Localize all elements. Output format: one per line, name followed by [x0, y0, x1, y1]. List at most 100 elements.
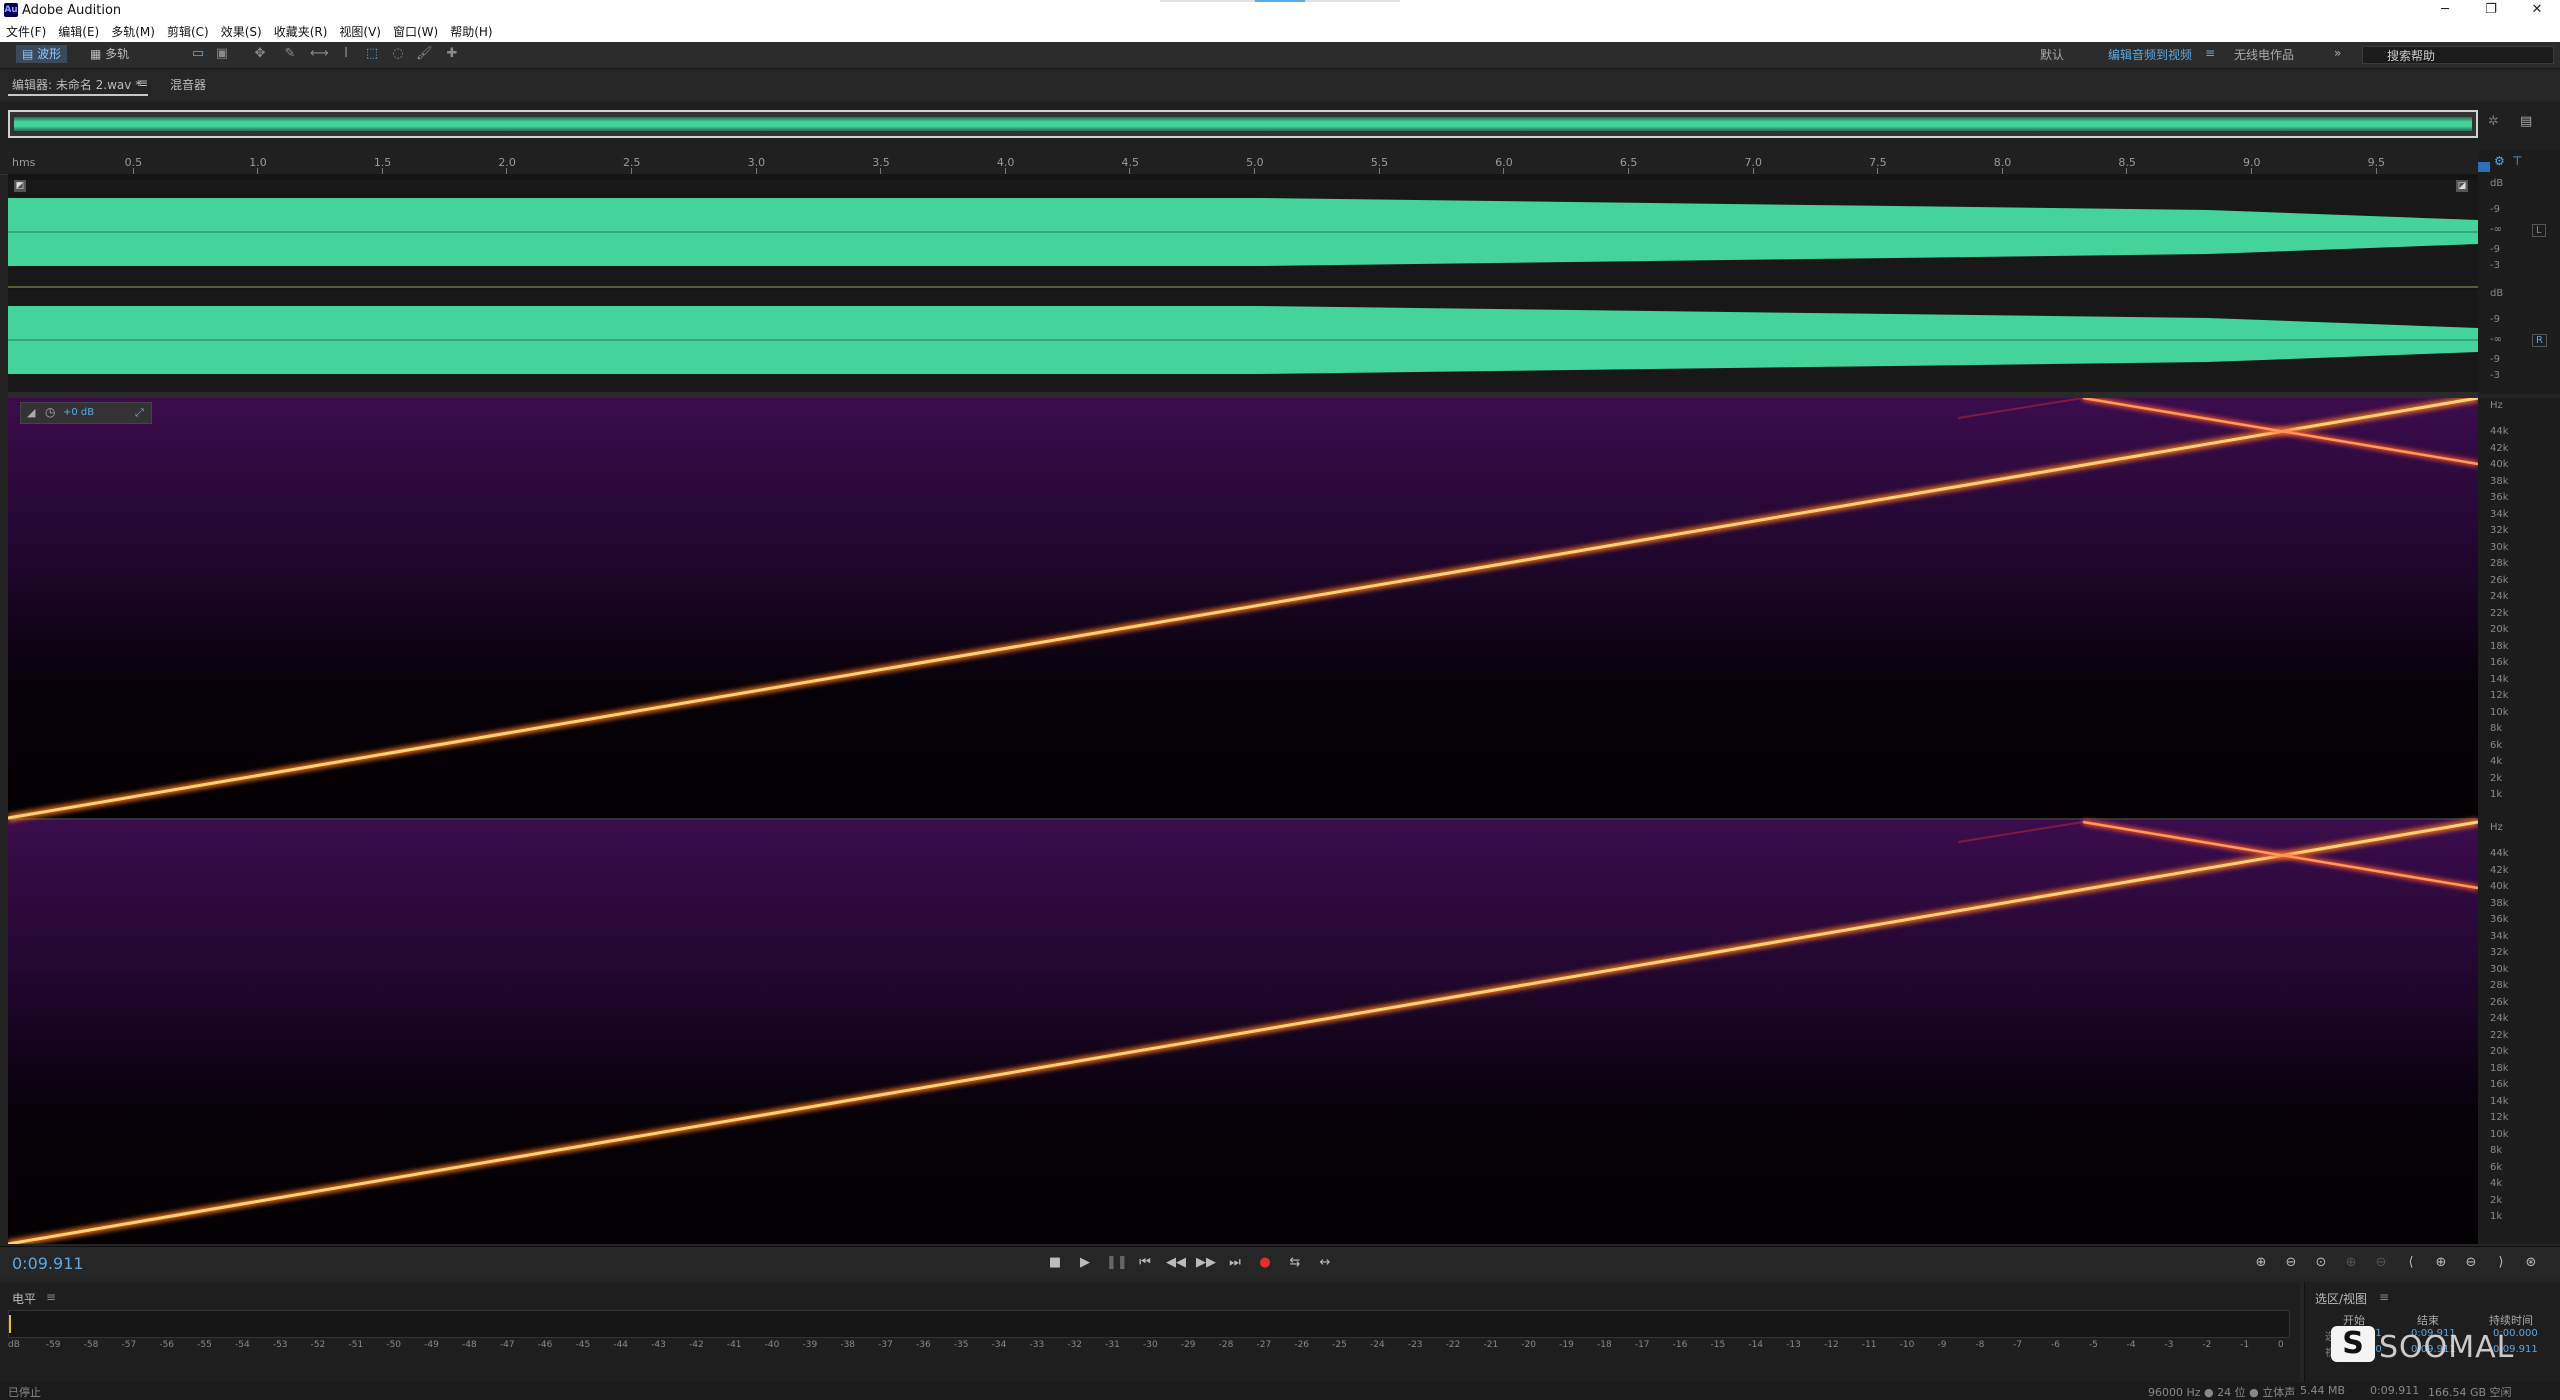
waveform-right-shape [8, 306, 2478, 374]
freq-tick: 28k [2490, 980, 2509, 992]
waveform-display[interactable]: ◩ ◪ [8, 174, 2478, 396]
brush-tool-icon[interactable]: 🖌 [416, 46, 433, 62]
level-scale-tick: 0 [2278, 1340, 2284, 1350]
skip-button[interactable]: ↔ [1316, 1255, 1334, 1271]
minimize-button[interactable]: ─ [2422, 0, 2468, 20]
level-scale: dB -59 -58 -57 -56 -55 -54 -53 -52 -51 -50 -49 -48 -4… [8, 1340, 2288, 1354]
toolbar: ▤ 波形 ▦ 多轨 ▭ ▣ ✥ ✎ ⟷ I ⬚ ◌ 🖌 ✚ 默认 编辑音频到视频… [0, 42, 2560, 69]
zoom-reset-icon[interactable]: ⊙ [2312, 1255, 2330, 1271]
level-scale-tick: -55 [197, 1340, 212, 1350]
marquee-select-icon[interactable]: ⬚ [364, 46, 380, 62]
mixer-tab[interactable]: 混音器 [170, 76, 206, 93]
waveform-channel-left[interactable] [8, 180, 2478, 286]
playhead-marker-icon[interactable] [2478, 162, 2490, 172]
zoom-lock-time-icon[interactable]: ⊛ [2522, 1255, 2540, 1271]
waveform-collapse-icon[interactable]: ◪ [2456, 180, 2468, 192]
spectral-display-icon[interactable]: ▭ [190, 46, 206, 62]
level-scale-tick: -8 [1975, 1340, 1985, 1350]
razor-tool-icon[interactable]: ✎ [282, 46, 298, 62]
level-scale-tick: -37 [878, 1340, 893, 1350]
waveform-expand-icon[interactable]: ◩ [14, 180, 26, 192]
menu-edit[interactable]: 编辑(E) [52, 23, 105, 40]
menu-bar: 文件(F) 编辑(E) 多轨(M) 剪辑(C) 效果(S) 收藏夹(R) 视图(… [0, 20, 2560, 42]
menu-file[interactable]: 文件(F) [0, 23, 52, 40]
level-scale-tick: -2 [2202, 1340, 2212, 1350]
close-button[interactable]: ✕ [2514, 0, 2560, 20]
freq-tick: 26k [2490, 574, 2509, 586]
level-scale-tick: -50 [386, 1340, 402, 1350]
spectral-frequency-display[interactable]: ◢ ◷ +0 dB ⤢ [7, 394, 2479, 1248]
workspace-radio[interactable]: 无线电作品 [2234, 46, 2294, 63]
menu-favorites[interactable]: 收藏夹(R) [268, 23, 334, 40]
play-button[interactable]: ▶ [1076, 1255, 1094, 1271]
soomal-logo-icon: S [2331, 1326, 2375, 1362]
zoom-out-full-icon[interactable]: ⟩ [2492, 1255, 2510, 1271]
move-tool-icon[interactable]: ✥ [252, 46, 268, 62]
zoom-in-time-icon[interactable]: ⊕ [2432, 1255, 2450, 1271]
window-title: Adobe Audition [22, 3, 122, 18]
ruler-pin-icon[interactable]: ⊤ [2512, 154, 2522, 168]
maximize-button[interactable]: ❐ [2468, 0, 2514, 20]
freq-tick: 20k [2490, 1046, 2509, 1058]
zoom-in-left-icon[interactable]: ⟨ [2402, 1255, 2420, 1271]
gain-hud[interactable]: ◢ ◷ +0 dB ⤢ [20, 402, 152, 424]
search-help-input[interactable]: 搜索帮助 [2362, 46, 2554, 64]
selview-menu-icon[interactable]: ≡ [2379, 1290, 2389, 1304]
zoom-lock-icon[interactable]: ✲ [2488, 114, 2499, 129]
menu-view[interactable]: 视图(V) [333, 23, 387, 40]
levels-menu-icon[interactable]: ≡ [46, 1290, 56, 1304]
hud-pin-icon[interactable]: ⤢ [135, 406, 144, 420]
gain-knob-icon[interactable]: ◷ [45, 405, 55, 419]
ruler-corner: ⚙ ⊤ [2478, 150, 2560, 174]
overview-navigator[interactable]: ✲ ▤ [0, 102, 2560, 150]
frequency-scale[interactable]: Hz 44k 42k 40k 38k 36k 34k 32k 30k 28k 26k 24k 22k 20… [2478, 398, 2560, 1244]
lasso-tool-icon[interactable]: ◌ [390, 46, 406, 62]
pause-button[interactable]: ❚❚ [1106, 1255, 1128, 1271]
time-ruler[interactable]: hms 0.5 1.0 1.5 2.0 2.5 3.0 3.5 4.0 4.5 5.0 5.5 6.0… [0, 150, 2478, 175]
previous-button[interactable]: ⏮ [1136, 1255, 1154, 1271]
zoom-selection-icon[interactable]: ⊕ [2342, 1255, 2360, 1271]
time-selection-icon[interactable]: I [338, 46, 354, 62]
level-scale-tick: -44 [613, 1340, 629, 1350]
channel-L-toggle[interactable]: L [2532, 224, 2546, 237]
freq-tick: 14k [2490, 673, 2509, 685]
channel-R-toggle[interactable]: R [2532, 334, 2547, 347]
ruler-settings-icon[interactable]: ⚙ [2494, 154, 2505, 168]
slip-tool-icon[interactable]: ⟷ [310, 46, 329, 62]
waveform-channel-right[interactable] [8, 290, 2478, 396]
zoom-out-amplitude-icon[interactable]: ⊖ [2282, 1255, 2300, 1271]
level-scale-tick: -54 [235, 1340, 250, 1350]
status-free: 166.54 GB 空闲 [2428, 1386, 2512, 1399]
workspace-menu-icon[interactable]: ≡ [2205, 46, 2215, 60]
zoom-in-amplitude-icon[interactable]: ⊕ [2252, 1255, 2270, 1271]
level-scale-tick: -42 [689, 1340, 704, 1350]
record-button[interactable]: ● [1256, 1255, 1274, 1271]
spot-heal-icon[interactable]: ✚ [444, 46, 460, 62]
col-end: 结束 [2417, 1314, 2439, 1327]
time-display[interactable]: 0:09.911 [12, 1254, 84, 1273]
fast-forward-button[interactable]: ▶▶ [1196, 1255, 1216, 1271]
menu-window[interactable]: 窗口(W) [387, 23, 444, 40]
menu-effects[interactable]: 效果(S) [215, 23, 268, 40]
more-workspaces-icon[interactable]: » [2334, 46, 2341, 60]
stop-button[interactable]: ■ [1046, 1255, 1064, 1271]
panel-options-icon[interactable]: ▤ [2520, 114, 2532, 129]
editor-tab-menu-icon[interactable]: ≡ [138, 76, 148, 90]
zoom-out-time-icon[interactable]: ⊖ [2462, 1255, 2480, 1271]
next-button[interactable]: ⏭ [1226, 1255, 1244, 1271]
pitch-display-icon[interactable]: ▣ [214, 46, 230, 62]
menu-help[interactable]: 帮助(H) [444, 23, 498, 40]
editor-tab[interactable]: 编辑器: 未命名 2.wav * [12, 76, 141, 93]
menu-clip[interactable]: 剪辑(C) [161, 23, 215, 40]
zoom-out-selection-icon[interactable]: ⊖ [2372, 1255, 2390, 1271]
menu-multitrack[interactable]: 多轨(M) [105, 23, 161, 40]
rewind-button[interactable]: ◀◀ [1166, 1255, 1186, 1271]
amplitude-scale[interactable]: dB -9 -∞ -9 -3 L dB -9 -∞ -9 -3 R [2478, 174, 2560, 394]
multitrack-view-button[interactable]: ▦ 多轨 [84, 45, 135, 63]
level-scale-tick: -56 [159, 1340, 175, 1350]
waveform-view-button[interactable]: ▤ 波形 [16, 45, 68, 63]
workspace-edit-audio-to-video[interactable]: 编辑音频到视频 [2108, 46, 2192, 63]
loop-button[interactable]: ⇆ [1286, 1255, 1304, 1271]
workspace-default[interactable]: 默认 [2040, 46, 2064, 63]
level-scale-tick: -18 [1597, 1340, 1612, 1350]
